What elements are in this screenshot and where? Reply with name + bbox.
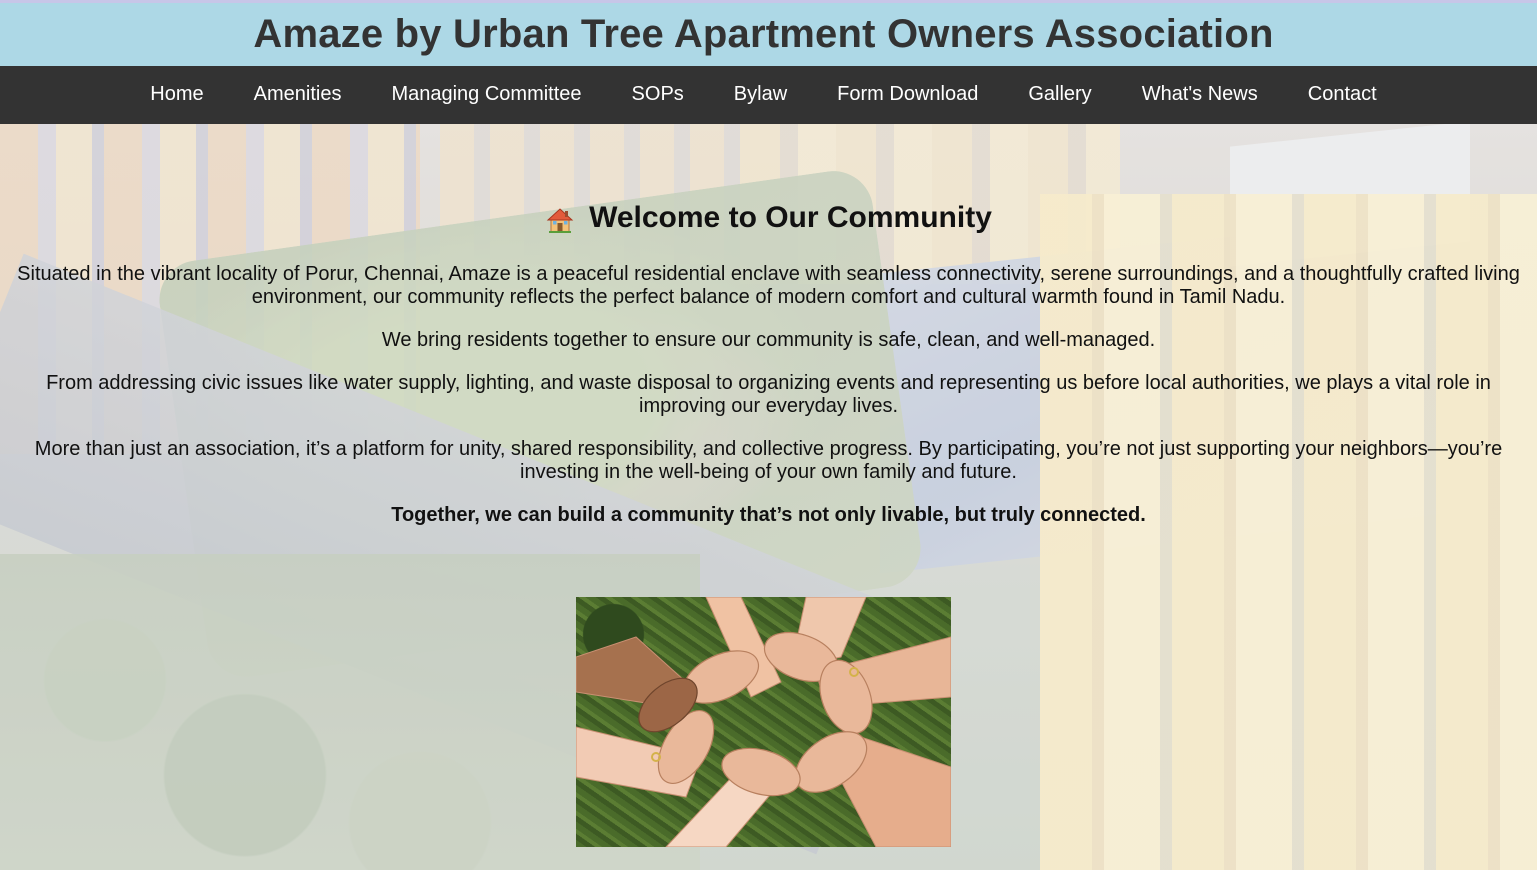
joined-hands-illustration	[576, 597, 951, 847]
nav-item-gallery[interactable]: Gallery	[1003, 83, 1116, 106]
nav-item-contact[interactable]: Contact	[1283, 83, 1402, 106]
site-header: Amaze by Urban Tree Apartment Owners Ass…	[0, 3, 1537, 66]
house-icon	[545, 205, 575, 235]
site-title: Amaze by Urban Tree Apartment Owners Ass…	[253, 12, 1274, 56]
nav-list: Home Amenities Managing Committee SOPs B…	[125, 83, 1401, 106]
nav-item-form-download[interactable]: Form Download	[812, 83, 1003, 106]
main-nav: Home Amenities Managing Committee SOPs B…	[0, 66, 1537, 124]
nav-item-managing-committee[interactable]: Managing Committee	[366, 83, 606, 106]
unity-paragraph: More than just an association, it’s a pl…	[34, 438, 1503, 483]
civic-role-paragraph: From addressing civic issues like water …	[46, 372, 1491, 417]
nav-item-whats-news[interactable]: What's News	[1117, 83, 1283, 106]
closing-statement: Together, we can build a community that’…	[391, 504, 1146, 526]
nav-item-amenities[interactable]: Amenities	[229, 83, 367, 106]
joined-hands-image	[576, 597, 951, 847]
welcome-heading: Welcome to Our Community	[0, 201, 1537, 235]
nav-item-sops[interactable]: SOPs	[607, 83, 709, 106]
nav-item-bylaw[interactable]: Bylaw	[709, 83, 812, 106]
nav-item-home[interactable]: Home	[125, 83, 228, 106]
mission-paragraph: We bring residents together to ensure ou…	[381, 329, 1156, 351]
welcome-heading-text: Welcome to Our Community	[589, 201, 992, 234]
intro-paragraph: Situated in the vibrant locality of Poru…	[17, 263, 1520, 308]
